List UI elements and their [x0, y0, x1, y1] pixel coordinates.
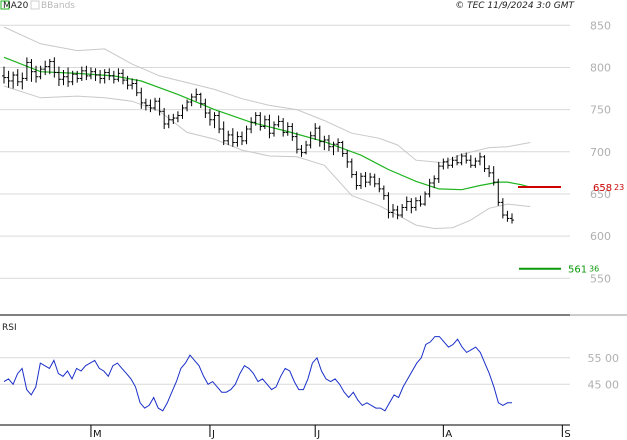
price-tick-label: 800	[590, 61, 611, 74]
resistance-level-label: 658	[593, 183, 612, 194]
x-tick-label: M	[93, 429, 102, 440]
legend-ma-label: MA20	[3, 1, 29, 11]
support-level-fraction: 36	[589, 265, 599, 274]
x-tick-label: A	[445, 429, 452, 440]
price-tick-label: 600	[590, 230, 611, 243]
price-tick-label: 750	[590, 104, 611, 117]
resistance-level-fraction: 23	[614, 183, 624, 192]
x-tick-label: S	[564, 429, 570, 440]
rsi-tick-label: 55 00	[588, 352, 620, 365]
rsi-title: RSI	[2, 323, 17, 333]
price-tick-label: 550	[590, 272, 611, 285]
x-tick-label: J	[211, 429, 215, 440]
legend-bb-label: BBands	[41, 1, 75, 11]
price-tick-label: 850	[590, 19, 611, 32]
x-tick-label: J	[316, 429, 320, 440]
rsi-tick-label: 45 00	[588, 378, 620, 391]
copyright-notice: © TEC 11/9/2024 3:0 GMT	[455, 1, 575, 11]
price-tick-label: 700	[590, 146, 611, 159]
chart-background	[0, 0, 627, 440]
chart-canvas: 550600650700750800850 658 23561 36 MA20 BB…	[0, 0, 627, 440]
support-level-label: 561	[568, 265, 587, 276]
